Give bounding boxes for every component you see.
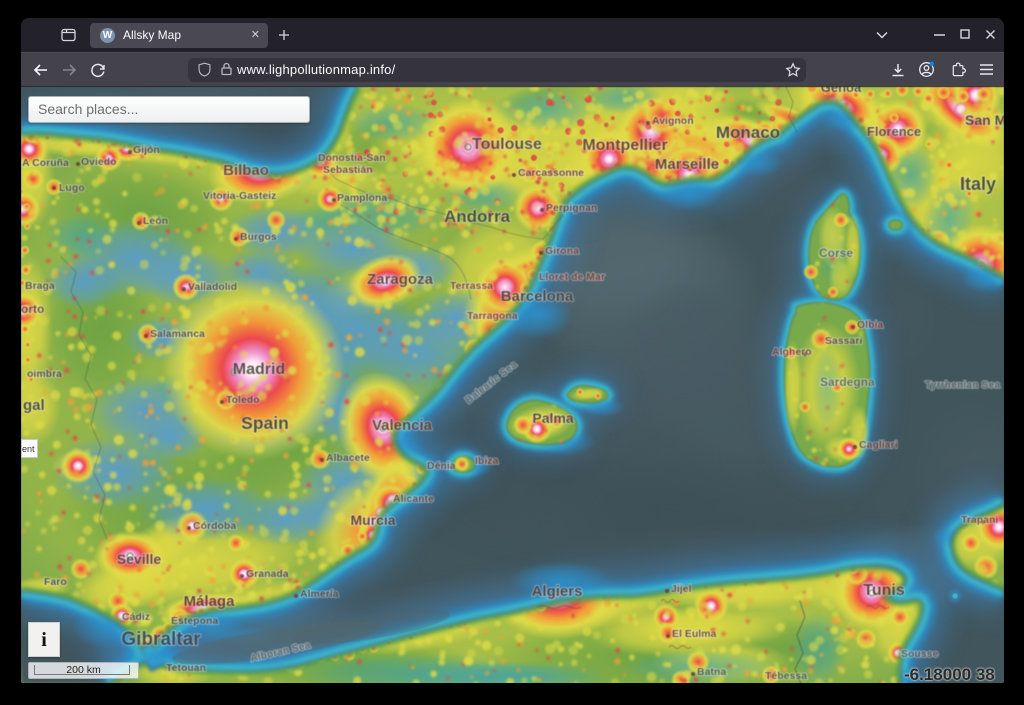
svg-text:Córdoba: Córdoba: [193, 520, 236, 532]
svg-text:Cagliari: Cagliari: [859, 439, 898, 451]
svg-text:Italy: Italy: [960, 174, 996, 194]
svg-text:Spain: Spain: [241, 413, 289, 433]
svg-text:Pamplona: Pamplona: [337, 192, 387, 204]
svg-text:gal: gal: [23, 397, 45, 414]
svg-text:Seville: Seville: [117, 551, 162, 567]
svg-text:Alghero: Alghero: [772, 346, 812, 358]
svg-text:Montpellier: Montpellier: [582, 137, 667, 154]
svg-text:Donostia-San: Donostia-San: [318, 152, 386, 164]
svg-text:Marseille: Marseille: [655, 156, 719, 173]
svg-text:Barcelona: Barcelona: [501, 288, 574, 305]
svg-text:Braga: Braga: [25, 280, 55, 292]
svg-text:Olbia: Olbia: [857, 319, 883, 331]
svg-text:Corse: Corse: [819, 246, 853, 260]
svg-text:Murcia: Murcia: [350, 512, 395, 528]
svg-text:Sousse: Sousse: [901, 648, 939, 660]
svg-text:Genoa: Genoa: [821, 87, 862, 95]
svg-text:Lloret de Mar: Lloret de Mar: [539, 271, 605, 283]
svg-text:Granada: Granada: [246, 568, 289, 580]
svg-text:Tetouan: Tetouan: [166, 662, 206, 674]
svg-text:Cádiz: Cádiz: [122, 611, 150, 623]
svg-text:Tyrrhenian Sea: Tyrrhenian Sea: [925, 379, 1000, 391]
svg-text:Faro: Faro: [44, 576, 67, 588]
svg-text:Girona: Girona: [545, 245, 579, 257]
svg-text:Algiers: Algiers: [532, 583, 583, 600]
svg-text:A Coruña: A Coruña: [22, 157, 69, 169]
svg-text:Málaga: Málaga: [184, 593, 236, 610]
svg-text:Palma: Palma: [532, 410, 573, 426]
svg-text:El Eulma: El Eulma: [672, 628, 717, 640]
svg-text:Tarragona: Tarragona: [467, 310, 518, 322]
svg-text:Terrassa: Terrassa: [450, 280, 493, 292]
svg-text:Tunis: Tunis: [863, 582, 905, 599]
svg-text:Sardegna: Sardegna: [820, 375, 875, 389]
svg-text:Avignon: Avignon: [652, 115, 694, 127]
svg-text:Burgos: Burgos: [240, 231, 277, 243]
svg-text:Andorra: Andorra: [444, 207, 511, 226]
svg-text:Sebastián: Sebastián: [323, 164, 373, 176]
svg-text:Sassari: Sassari: [825, 335, 862, 347]
svg-text:Estepona: Estepona: [171, 615, 218, 627]
svg-text:Alicante: Alicante: [393, 493, 434, 505]
svg-text:Madrid: Madrid: [233, 361, 285, 378]
svg-text:Gijón: Gijón: [133, 144, 160, 156]
svg-text:Dénia: Dénia: [427, 460, 456, 472]
svg-text:Valladolid: Valladolid: [188, 281, 237, 293]
svg-text:Bilbao: Bilbao: [223, 162, 269, 179]
svg-text:Lugo: Lugo: [59, 182, 85, 194]
svg-text:Toledo: Toledo: [226, 394, 260, 406]
svg-text:Gibraltar: Gibraltar: [121, 629, 201, 650]
svg-text:Oviedo: Oviedo: [81, 156, 117, 168]
svg-text:Florence: Florence: [867, 124, 921, 139]
svg-text:Zaragoza: Zaragoza: [367, 271, 434, 288]
svg-text:Tébessa: Tébessa: [765, 670, 807, 682]
svg-text:Vitoria-Gasteiz: Vitoria-Gasteiz: [203, 190, 276, 202]
svg-text:Perpignan: Perpignan: [546, 202, 597, 214]
svg-text:orto: orto: [21, 302, 44, 316]
svg-text:Jijel: Jijel: [671, 583, 692, 595]
svg-text:Salamanca: Salamanca: [150, 328, 205, 340]
svg-text:Valencia: Valencia: [372, 417, 433, 434]
svg-text:oimbra: oimbra: [27, 368, 62, 380]
svg-text:San Marin: San Marin: [965, 112, 1004, 128]
svg-text:Monaco: Monaco: [716, 123, 780, 142]
svg-text:Batna: Batna: [697, 666, 726, 678]
svg-text:Almería: Almería: [300, 588, 339, 600]
svg-text:Ibiza: Ibiza: [475, 455, 498, 467]
svg-text:León: León: [143, 215, 168, 227]
svg-text:Albacete: Albacete: [326, 452, 370, 464]
svg-text:Toulouse: Toulouse: [472, 136, 542, 153]
svg-text:Trapani: Trapani: [961, 514, 998, 526]
svg-text:Carcassonne: Carcassonne: [518, 167, 584, 179]
